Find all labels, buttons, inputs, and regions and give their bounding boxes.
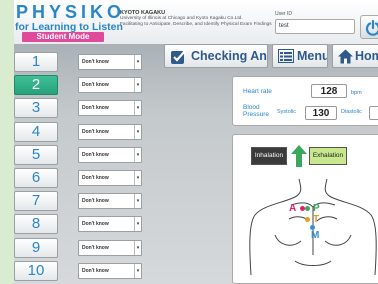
answer-number-button[interactable]: 7: [14, 191, 58, 212]
answer-number-button[interactable]: 8: [14, 214, 58, 235]
power-icon: [365, 20, 378, 36]
exhalation-indicator: Exhalation: [309, 147, 347, 165]
answer-row: 1 Don't know ▾: [14, 52, 154, 73]
answer-row: 5 Don't know ▾: [14, 144, 154, 166]
site-m-label: M: [311, 230, 320, 241]
home-label: Home: [355, 49, 378, 63]
answer-dropdown[interactable]: Don't know ▾: [78, 239, 142, 256]
kyoto-kagaku-line2: Facilitating to Anticipate, Describe, an…: [120, 22, 272, 27]
app-window: PHYSIKO for Learning to Listen Student M…: [14, 0, 378, 284]
answer-dropdown[interactable]: Don't know ▾: [78, 170, 142, 186]
home-button[interactable]: Home: [332, 44, 378, 68]
answer-row: 9 Don't know ▾: [14, 237, 154, 259]
chevron-down-icon: ▾: [134, 55, 141, 69]
user-id-label: User ID: [275, 11, 292, 17]
chevron-down-icon: ▾: [134, 171, 141, 185]
site-t-marker[interactable]: [305, 217, 310, 222]
answer-row: 8 Don't know ▾: [14, 214, 154, 235]
menu-list-icon: [278, 49, 294, 63]
auscultation-panel: Inhalation Exhalation A P T M: [232, 134, 378, 284]
chevron-down-icon: ▾: [134, 124, 141, 139]
answer-dropdown[interactable]: Don't know ▾: [78, 193, 142, 210]
heart-rate-unit: bpm: [351, 90, 362, 96]
power-button[interactable]: [360, 15, 378, 39]
answer-row: 7 Don't know ▾: [14, 191, 154, 212]
answer-dropdown[interactable]: Don't know ▾: [78, 54, 142, 70]
answer-dropdown-value: Don't know: [82, 244, 109, 251]
answer-dropdown-value: Don't know: [82, 267, 109, 274]
answer-dropdown[interactable]: Don't know ▾: [78, 123, 142, 140]
blood-pressure-label-line2: Pressure: [243, 111, 270, 118]
answer-row: 4 Don't know ▾: [14, 121, 154, 143]
checkbox-icon: [171, 50, 186, 64]
menu-button[interactable]: Menu: [272, 44, 328, 68]
answer-dropdown-value: Don't know: [82, 82, 109, 89]
answer-dropdown-value: Don't know: [82, 151, 109, 158]
checking-answers-button[interactable]: Checking Answers: [164, 44, 268, 68]
brand-logo: PHYSIKO for Learning to Listen: [15, 2, 126, 33]
answer-dropdown[interactable]: Don't know ▾: [78, 146, 142, 163]
answer-number-button[interactable]: 10: [14, 260, 58, 281]
chevron-down-icon: ▾: [134, 147, 141, 162]
chevron-down-icon: ▾: [134, 101, 141, 116]
diastolic-label: Diastolic: [341, 109, 362, 115]
site-a-label: A: [289, 203, 297, 214]
answer-dropdown-value: Don't know: [82, 198, 109, 205]
answer-number-button[interactable]: 4: [14, 121, 58, 142]
answer-dropdown-value: Don't know: [82, 59, 109, 65]
heart-rate-value: 128: [311, 84, 347, 98]
answer-dropdown[interactable]: Don't know ▾: [78, 216, 142, 233]
vital-signs-panel: Heart rate 128 bpm Blood Pressure Systol…: [232, 76, 378, 126]
answer-number-button[interactable]: 2: [14, 75, 58, 96]
answer-row: 6 Don't know ▾: [14, 168, 154, 189]
user-id-field[interactable]: test: [275, 19, 355, 34]
site-p-label: P: [313, 203, 320, 214]
chevron-down-icon: ▾: [134, 78, 141, 93]
answer-dropdown-value: Don't know: [82, 128, 109, 135]
systolic-label: Systolic: [277, 109, 296, 115]
answer-dropdown[interactable]: Don't know ▾: [78, 100, 142, 117]
chevron-down-icon: ▾: [134, 263, 141, 278]
answer-number-button[interactable]: 6: [14, 168, 58, 188]
header: PHYSIKO for Learning to Listen Student M…: [14, 0, 378, 44]
answer-dropdown-value: Don't know: [82, 221, 109, 228]
systolic-value: 130: [305, 106, 337, 120]
answer-row: 2 Don't know ▾: [14, 75, 154, 96]
diastolic-value: 78: [369, 106, 378, 120]
brand-title: PHYSIKO: [16, 2, 126, 22]
blood-pressure-label-line1: Blood: [243, 104, 260, 111]
site-p-marker[interactable]: [305, 206, 310, 211]
home-icon: [338, 49, 353, 64]
answer-number-button[interactable]: 9: [14, 237, 58, 258]
answer-row: 3 Don't know ▾: [14, 98, 154, 119]
kyoto-kagaku-info: KYOTO KAGAKU University of Illinois at C…: [120, 10, 280, 28]
chevron-down-icon: ▾: [134, 217, 141, 232]
inhalation-indicator: Inhalation: [251, 147, 287, 165]
answer-dropdown-value: Don't know: [82, 175, 109, 181]
checking-answers-label: Checking Answers: [191, 49, 267, 63]
menu-label: Menu: [297, 49, 328, 63]
site-t-label: T: [313, 214, 320, 225]
mode-badge: Student Mode: [22, 32, 104, 42]
answer-dropdown[interactable]: Don't know ▾: [78, 77, 142, 94]
blood-pressure-label: Blood Pressure: [243, 104, 269, 118]
arrow-up-icon: [291, 145, 307, 167]
answer-number-button[interactable]: 1: [14, 52, 58, 72]
answer-dropdown[interactable]: Don't know ▾: [78, 262, 142, 279]
heart-rate-label: Heart rate: [243, 88, 272, 95]
answer-number-button[interactable]: 3: [14, 98, 58, 119]
answer-number-button[interactable]: 5: [14, 144, 58, 165]
chevron-down-icon: ▾: [134, 194, 141, 209]
answer-dropdown-value: Don't know: [82, 105, 109, 112]
chevron-down-icon: ▾: [134, 240, 141, 255]
answer-row: 10 Don't know ▾: [14, 260, 154, 282]
